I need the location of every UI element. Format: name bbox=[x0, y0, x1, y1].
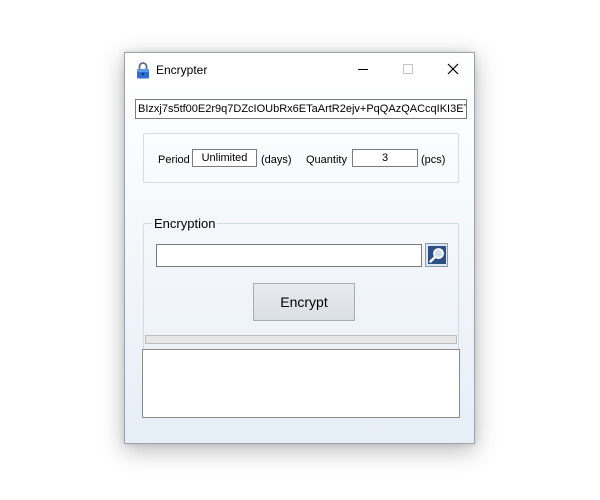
title-bar[interactable]: Encrypter bbox=[125, 53, 474, 87]
close-icon bbox=[447, 63, 458, 75]
lock-icon bbox=[137, 62, 149, 79]
maximize-button[interactable] bbox=[385, 53, 430, 85]
period-label: Period bbox=[158, 154, 190, 166]
maximize-icon bbox=[402, 64, 413, 74]
period-unit: (days) bbox=[261, 154, 292, 166]
search-icon bbox=[427, 246, 446, 264]
progress-bar bbox=[145, 335, 457, 344]
output-textbox[interactable] bbox=[142, 349, 460, 418]
settings-group: Period Unlimited (days) Quantity 3 (pcs) bbox=[143, 133, 459, 183]
browse-button[interactable] bbox=[425, 243, 448, 267]
key-field[interactable]: BIzxj7s5tf00E2r9q7DZcIOUbRx6ETaArtR2ejv+… bbox=[135, 99, 467, 119]
encrypt-button[interactable]: Encrypt bbox=[253, 283, 355, 321]
encrypter-window: Encrypter BIzxj7s5tf00E2r9q7DZcIOUbRx6ET… bbox=[124, 52, 475, 444]
minimize-icon bbox=[357, 69, 368, 70]
quantity-field[interactable]: 3 bbox=[352, 149, 418, 167]
encryption-input[interactable] bbox=[156, 244, 422, 267]
quantity-unit: (pcs) bbox=[421, 154, 446, 166]
close-button[interactable] bbox=[430, 53, 475, 85]
period-field[interactable]: Unlimited bbox=[192, 149, 257, 167]
minimize-button[interactable] bbox=[340, 53, 385, 85]
encryption-group-label: Encryption bbox=[152, 216, 218, 231]
window-title: Encrypter bbox=[156, 63, 208, 77]
quantity-label: Quantity bbox=[306, 154, 347, 166]
